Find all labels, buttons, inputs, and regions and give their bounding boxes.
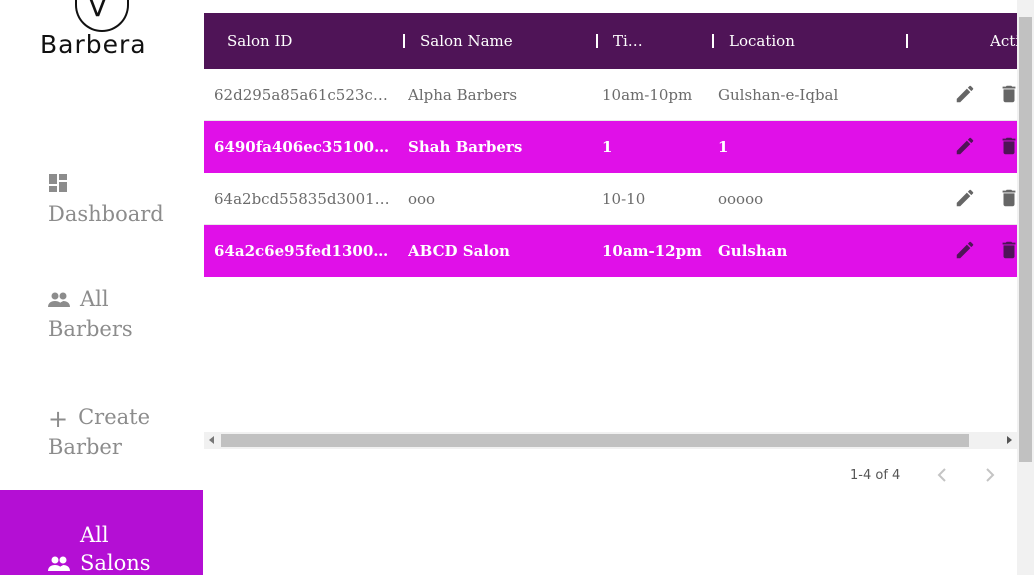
sidebar-item-dashboard[interactable]: Dashboard xyxy=(0,170,203,228)
table-row[interactable]: 64a2c6e95fed1300337c… ABCD Salon 10am-12… xyxy=(204,225,1017,277)
column-header-actions[interactable]: Acti xyxy=(990,13,1020,69)
column-divider[interactable] xyxy=(906,34,908,48)
column-divider[interactable] xyxy=(596,34,598,48)
people-icon xyxy=(48,551,70,575)
sidebar-item-create-barber[interactable]: + Create Barber xyxy=(0,403,170,461)
cell-time: 10am-10pm xyxy=(602,86,693,104)
people-icon xyxy=(48,287,70,315)
pagination: 1-4 of 4 xyxy=(204,449,1017,501)
table-row[interactable]: 64a2bcd55835d3001dd… ooo 10-10 ooooo xyxy=(204,173,1017,225)
edit-icon[interactable] xyxy=(954,83,976,105)
cell-location: ooooo xyxy=(718,190,764,208)
sidebar-item-all-barbers[interactable]: All Barbers xyxy=(0,285,160,343)
chevron-right-icon xyxy=(986,468,995,482)
cell-location: Gulshan xyxy=(718,242,788,260)
sidebar: V Barbera Dashboard All Barbers + Create … xyxy=(0,0,203,575)
cell-salon-id: 64a2bcd55835d3001dd… xyxy=(214,190,394,208)
cell-location: Gulshan-e-Iqbal xyxy=(718,86,839,104)
scroll-left-arrow-icon[interactable] xyxy=(209,436,214,444)
edit-icon[interactable] xyxy=(954,135,976,157)
column-header-time[interactable]: Ti… xyxy=(613,13,643,69)
brand-name: Barbera xyxy=(40,30,147,59)
cell-salon-name: Alpha Barbers xyxy=(408,86,518,104)
chevron-left-icon xyxy=(937,468,946,482)
dashboard-icon xyxy=(48,172,68,200)
table-header: Salon ID Salon Name Ti… Location Acti xyxy=(204,13,1020,69)
vertical-scrollbar-thumb[interactable] xyxy=(1019,17,1032,462)
column-divider[interactable] xyxy=(403,34,405,48)
brand-logo[interactable]: V Barbera xyxy=(38,0,166,62)
next-page-button[interactable] xyxy=(978,463,1002,487)
edit-icon[interactable] xyxy=(954,239,976,261)
sidebar-item-all-salons[interactable]: All Salons xyxy=(0,490,203,575)
cell-time: 1 xyxy=(602,138,613,156)
horizontal-scrollbar[interactable] xyxy=(204,432,1017,449)
table-row[interactable]: 6490fa406ec351001c41… Shah Barbers 1 1 xyxy=(204,121,1017,173)
sidebar-item-label: Dashboard xyxy=(48,201,164,226)
cell-salon-name: Shah Barbers xyxy=(408,138,523,156)
horizontal-scrollbar-thumb[interactable] xyxy=(221,434,969,447)
column-header-location[interactable]: Location xyxy=(729,13,795,69)
cell-salon-id: 62d295a85a61c523c04… xyxy=(214,86,394,104)
column-divider[interactable] xyxy=(712,34,714,48)
pagination-range: 1-4 of 4 xyxy=(850,468,901,483)
cell-location: 1 xyxy=(718,138,729,156)
cell-salon-name: ABCD Salon xyxy=(408,242,510,260)
cell-time: 10am-12pm xyxy=(602,242,702,260)
column-header-salon-id[interactable]: Salon ID xyxy=(227,13,292,69)
previous-page-button[interactable] xyxy=(930,463,954,487)
cell-time: 10-10 xyxy=(602,190,646,208)
cell-salon-id: 64a2c6e95fed1300337c… xyxy=(214,242,394,260)
edit-icon[interactable] xyxy=(954,187,976,209)
scroll-right-arrow-icon[interactable] xyxy=(1007,436,1012,444)
vertical-scrollbar[interactable] xyxy=(1017,0,1034,575)
sidebar-item-label: All Salons xyxy=(80,523,151,575)
cell-salon-id: 6490fa406ec351001c41… xyxy=(214,138,394,156)
plus-icon: + xyxy=(48,404,69,433)
column-header-salon-name[interactable]: Salon Name xyxy=(420,13,513,69)
cell-salon-name: ooo xyxy=(408,190,436,208)
logo-mark: V xyxy=(88,0,108,23)
table-row[interactable]: 62d295a85a61c523c04… Alpha Barbers 10am-… xyxy=(204,69,1017,121)
